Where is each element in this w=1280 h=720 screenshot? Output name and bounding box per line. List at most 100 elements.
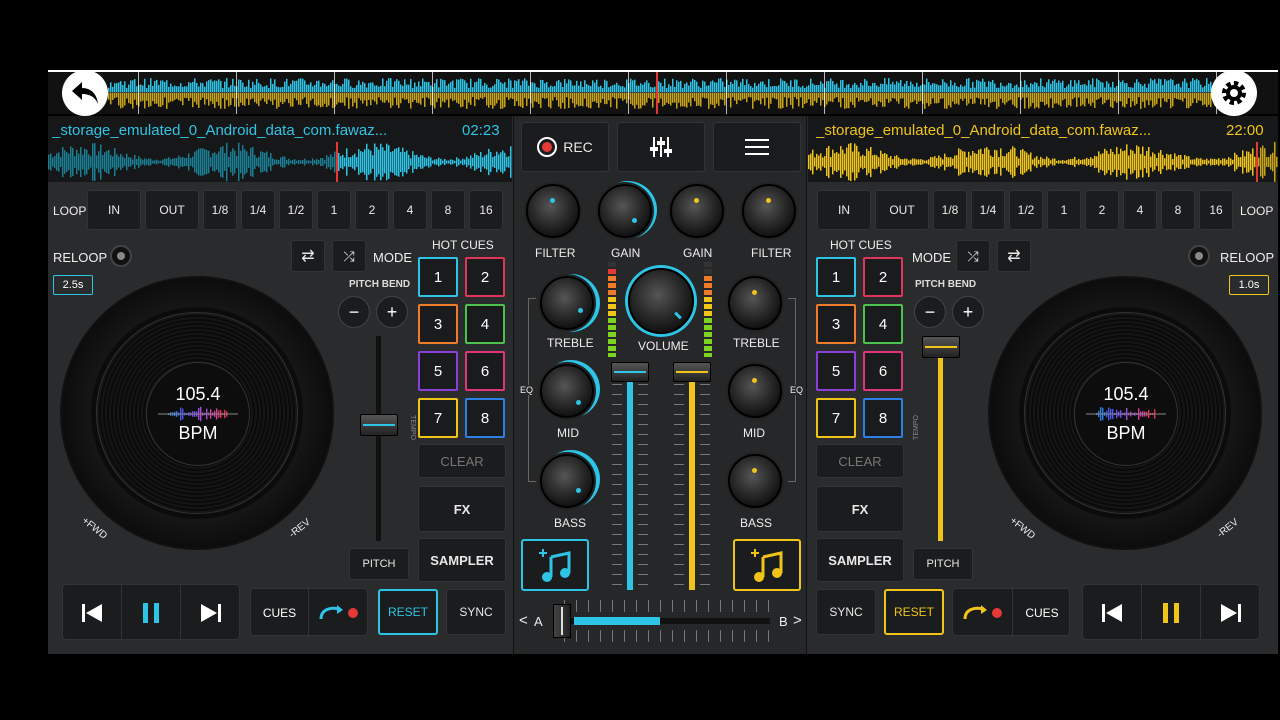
left-hot-cue-pad[interactable]: 4	[465, 304, 505, 344]
left-sync-button[interactable]: SYNC	[446, 589, 506, 635]
left-hot-cue-pad[interactable]: 8	[465, 398, 505, 438]
left-loop-button[interactable]: OUT	[145, 190, 199, 230]
left-fx-button[interactable]: FX	[418, 486, 506, 532]
mixer-settings-button[interactable]	[617, 122, 705, 172]
right-hot-cue-pad[interactable]: 8	[863, 398, 903, 438]
right-channel-fader[interactable]	[670, 360, 714, 592]
crossfader[interactable]	[550, 598, 774, 644]
right-music-add-button[interactable]	[733, 539, 801, 591]
left-mid-knob[interactable]	[540, 364, 594, 418]
right-pause-button[interactable]	[1142, 585, 1201, 641]
left-clear-button[interactable]: CLEAR	[418, 444, 506, 478]
right-waveform[interactable]	[808, 142, 1278, 182]
menu-button[interactable]	[713, 122, 801, 172]
right-hot-cue-pad[interactable]: 2	[863, 257, 903, 297]
left-loop-button[interactable]: 4	[393, 190, 427, 230]
left-loop-button[interactable]: 1/2	[279, 190, 313, 230]
right-loop-button[interactable]: 1	[1047, 190, 1081, 230]
right-prev-button[interactable]	[1083, 585, 1142, 641]
left-cues-button[interactable]: CUES	[251, 589, 309, 637]
left-hot-cue-pad[interactable]: 5	[418, 351, 458, 391]
left-pitch-button[interactable]: PITCH	[349, 548, 409, 580]
left-sampler-button[interactable]: SAMPLER	[418, 538, 506, 582]
right-loop-button[interactable]: 1/2	[1009, 190, 1043, 230]
right-reloop-button[interactable]	[1188, 245, 1210, 267]
right-mid-knob[interactable]	[728, 364, 782, 418]
left-hot-cue-pad[interactable]: 6	[465, 351, 505, 391]
master-volume-knob[interactable]	[628, 268, 694, 334]
right-jog-wheel[interactable]: 105.4 BPM	[988, 276, 1262, 550]
right-loop-button[interactable]: IN	[817, 190, 871, 230]
right-cue-record-button[interactable]	[953, 589, 1013, 637]
left-pitch-plus-button[interactable]: +	[376, 296, 408, 328]
right-hot-cue-pad[interactable]: 3	[816, 304, 856, 344]
left-loop-button[interactable]: 2	[355, 190, 389, 230]
right-reloop-value[interactable]: 1.0s	[1229, 275, 1269, 295]
right-pitch-slider[interactable]	[922, 336, 960, 541]
right-pitch-plus-button[interactable]: +	[952, 296, 984, 328]
right-hot-cue-pad[interactable]: 5	[816, 351, 856, 391]
right-loop-button[interactable]: 1/8	[933, 190, 967, 230]
left-loop-button[interactable]: 1/8	[203, 190, 237, 230]
back-button[interactable]	[62, 70, 108, 116]
left-treble-knob[interactable]	[540, 276, 594, 330]
right-sampler-button[interactable]: SAMPLER	[816, 538, 904, 582]
right-hot-cue-pad[interactable]: 4	[863, 304, 903, 344]
right-sync-button[interactable]: SYNC	[816, 589, 876, 635]
left-loop-button[interactable]: 8	[431, 190, 465, 230]
right-hot-cue-pad[interactable]: 6	[863, 351, 903, 391]
right-treble-knob[interactable]	[728, 276, 782, 330]
right-pitch-minus-button[interactable]: −	[914, 296, 946, 328]
left-pitch-minus-button[interactable]: −	[338, 296, 370, 328]
left-hot-cue-pad[interactable]: 2	[465, 257, 505, 297]
right-filter-knob[interactable]	[742, 184, 796, 238]
right-loop-button[interactable]: 4	[1123, 190, 1157, 230]
left-cue-record-button[interactable]	[309, 589, 369, 637]
right-next-button[interactable]	[1201, 585, 1261, 641]
right-channel-fader-thumb[interactable]	[673, 362, 711, 382]
right-hot-cue-pad[interactable]: 7	[816, 398, 856, 438]
left-channel-fader[interactable]	[608, 360, 652, 592]
left-filter-knob[interactable]	[526, 184, 580, 238]
left-gain-knob[interactable]	[598, 184, 652, 238]
left-channel-fader-thumb[interactable]	[611, 362, 649, 382]
right-loop-button[interactable]: 1/4	[971, 190, 1005, 230]
rec-button[interactable]: REC	[521, 122, 609, 172]
right-loop-button[interactable]: OUT	[875, 190, 929, 230]
right-shuffle-button[interactable]: ⤮	[956, 240, 990, 272]
crossfader-thumb[interactable]	[553, 604, 571, 638]
left-bass-knob[interactable]	[540, 454, 594, 508]
left-loop-button[interactable]: 1	[317, 190, 351, 230]
left-loop-button[interactable]: 16	[469, 190, 503, 230]
right-fx-button[interactable]: FX	[816, 486, 904, 532]
left-music-add-button[interactable]	[521, 539, 589, 591]
left-reloop-button[interactable]	[110, 245, 132, 267]
right-pitch-button[interactable]: PITCH	[913, 548, 973, 580]
left-waveform[interactable]	[48, 142, 512, 182]
left-pitch-slider[interactable]	[360, 336, 398, 541]
right-cues-button[interactable]: CUES	[1013, 589, 1071, 637]
right-hot-cue-pad[interactable]: 1	[816, 257, 856, 297]
right-loop-button[interactable]: 16	[1199, 190, 1233, 230]
right-loop-button[interactable]: 2	[1085, 190, 1119, 230]
left-prev-button[interactable]	[63, 585, 122, 641]
right-gain-knob[interactable]	[670, 184, 724, 238]
left-pause-button[interactable]	[122, 585, 181, 641]
settings-button[interactable]	[1211, 70, 1257, 116]
left-hot-cue-pad[interactable]: 7	[418, 398, 458, 438]
left-pitch-slider-thumb[interactable]	[360, 414, 398, 436]
left-loop-button[interactable]: 1/4	[241, 190, 275, 230]
left-next-button[interactable]	[181, 585, 241, 641]
crossfader-next-button[interactable]: >	[793, 612, 802, 629]
right-pitch-slider-thumb[interactable]	[922, 336, 960, 358]
left-shuffle-button[interactable]: ⤮	[332, 240, 366, 272]
crossfader-prev-button[interactable]: <	[519, 612, 528, 629]
right-clear-button[interactable]: CLEAR	[816, 444, 904, 478]
right-loop-button[interactable]: 8	[1161, 190, 1195, 230]
left-repeat-button[interactable]: ⇄	[291, 240, 325, 272]
right-bass-knob[interactable]	[728, 454, 782, 508]
left-hot-cue-pad[interactable]: 3	[418, 304, 458, 344]
overview-waveform-bar[interactable]	[48, 70, 1278, 114]
left-hot-cue-pad[interactable]: 1	[418, 257, 458, 297]
left-reloop-value[interactable]: 2.5s	[53, 275, 93, 295]
